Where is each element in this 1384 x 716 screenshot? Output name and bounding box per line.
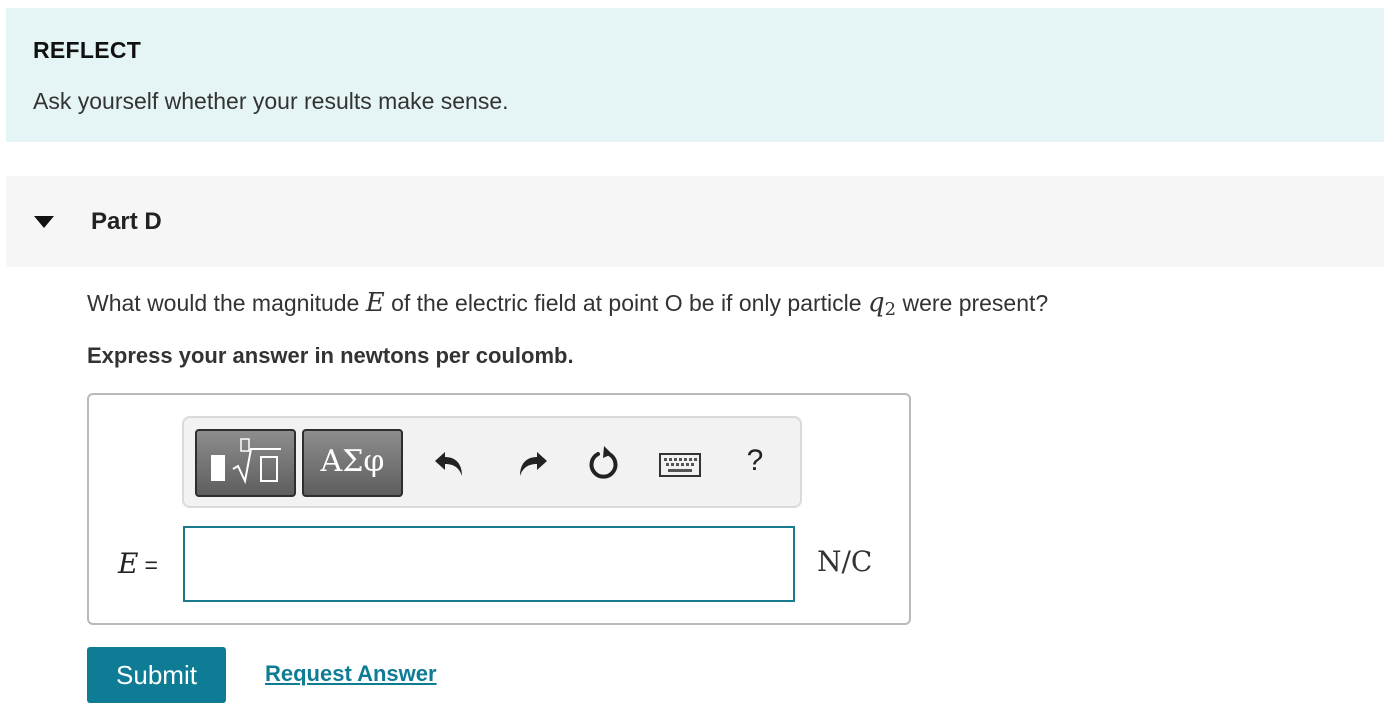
question-text-end: were present?	[896, 290, 1049, 316]
question-text-middle: of the electric field at point O be if o…	[384, 290, 868, 316]
reflect-text: Ask yourself whether your results make s…	[33, 88, 509, 114]
help-icon: ?	[746, 444, 764, 477]
answer-variable: E	[118, 547, 139, 580]
part-d-header[interactable]: Part D	[6, 176, 1384, 267]
unit-label: N/C	[817, 545, 873, 578]
redo-icon[interactable]	[507, 442, 551, 486]
keyboard-icon[interactable]	[658, 442, 702, 486]
part-title: Part D	[91, 208, 162, 235]
greek-symbols-label: ΑΣφ	[320, 444, 385, 479]
answer-area: ΑΣφ ? E = N/C	[87, 393, 911, 625]
particle-variable: q	[867, 288, 885, 318]
reset-icon[interactable]	[582, 442, 626, 486]
caret-down-icon[interactable]	[34, 216, 54, 228]
answer-variable-label: E =	[118, 547, 158, 580]
question-text: What would the magnitude E of the electr…	[87, 288, 1049, 320]
magnitude-variable: E	[365, 288, 385, 318]
undo-icon[interactable]	[431, 442, 475, 486]
answer-input[interactable]	[183, 526, 795, 602]
templates-button[interactable]	[195, 429, 296, 497]
reflect-panel: REFLECT Ask yourself whether your result…	[6, 8, 1384, 142]
help-button[interactable]: ?	[733, 442, 777, 486]
submit-button[interactable]: Submit	[87, 647, 226, 703]
reflect-title: REFLECT	[33, 37, 142, 63]
math-toolbar: ΑΣφ ?	[182, 416, 802, 508]
answer-instruction: Express your answer in newtons per coulo…	[87, 343, 574, 368]
question-text-start: What would the magnitude	[87, 290, 366, 316]
particle-subscript: 2	[884, 299, 897, 320]
equals-sign: =	[144, 552, 158, 578]
greek-symbols-button[interactable]: ΑΣφ	[302, 429, 403, 497]
templates-radical-icon	[211, 438, 281, 485]
request-answer-link[interactable]: Request Answer	[265, 661, 437, 687]
